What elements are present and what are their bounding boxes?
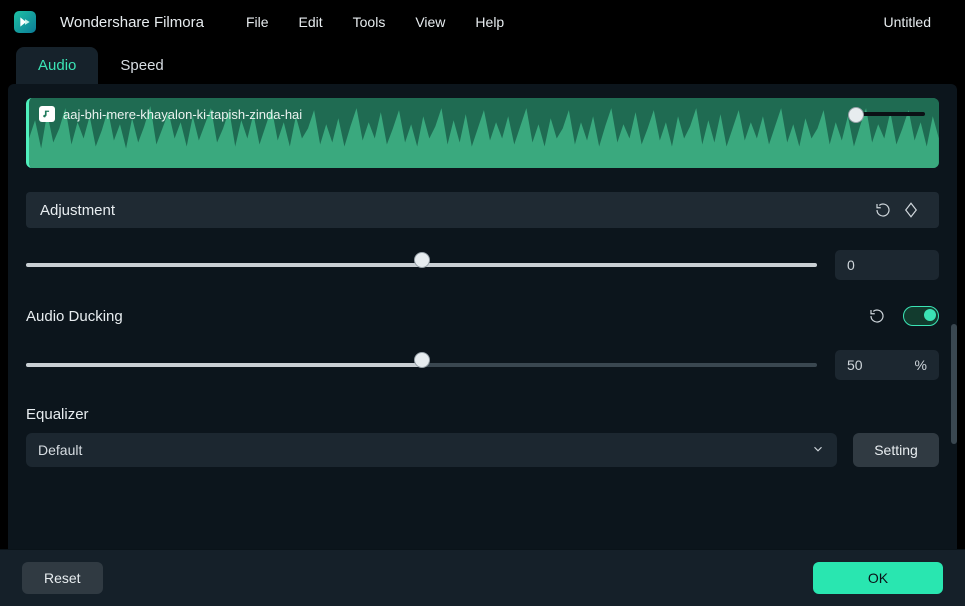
equalizer-selected-value: Default <box>38 442 82 458</box>
audio-ducking-reset-button[interactable] <box>863 302 891 330</box>
menubar: Wondershare Filmora File Edit Tools View… <box>0 0 965 44</box>
audio-ducking-toggle[interactable] <box>903 306 939 326</box>
reset-icon <box>868 307 886 325</box>
menu-view[interactable]: View <box>415 14 445 30</box>
equalizer-preset-select[interactable]: Default <box>26 433 837 467</box>
equalizer-section: Equalizer Default Setting <box>26 406 939 467</box>
tab-speed[interactable]: Speed <box>98 47 185 84</box>
menu-file[interactable]: File <box>246 14 269 30</box>
adjustment-value-field[interactable]: 0 <box>835 250 939 280</box>
filmora-logo-icon <box>18 15 32 29</box>
scrollbar-thumb[interactable] <box>951 324 957 444</box>
adjustment-slider-row: 0 <box>26 250 939 280</box>
toggle-dot <box>924 309 936 321</box>
menu-tools[interactable]: Tools <box>353 14 386 30</box>
audio-ducking-value-field[interactable]: 50 % <box>835 350 939 380</box>
reset-icon <box>874 201 892 219</box>
equalizer-setting-label: Setting <box>874 442 918 458</box>
audio-clip[interactable]: aaj-bhi-mere-khayalon-ki-tapish-zinda-ha… <box>26 98 939 168</box>
adjustment-keyframe-button[interactable] <box>897 196 925 224</box>
menu-help[interactable]: Help <box>475 14 504 30</box>
ok-button[interactable]: OK <box>813 562 943 594</box>
tab-bar: Audio Speed <box>0 44 965 84</box>
audio-ducking-label: Audio Ducking <box>26 308 123 325</box>
reset-button-label: Reset <box>44 570 81 586</box>
tab-audio[interactable]: Audio <box>16 47 98 84</box>
keyframe-icon <box>902 201 920 219</box>
equalizer-setting-button[interactable]: Setting <box>853 433 939 467</box>
chevron-down-icon <box>811 442 825 459</box>
document-title: Untitled <box>884 14 951 30</box>
audio-panel: aaj-bhi-mere-khayalon-ki-tapish-zinda-ha… <box>8 84 957 564</box>
audio-ducking-value: 50 <box>847 357 863 373</box>
clip-name: aaj-bhi-mere-khayalon-ki-tapish-zinda-ha… <box>63 107 302 122</box>
adjustment-section-header: Adjustment <box>26 192 939 228</box>
adjustment-slider[interactable] <box>26 257 817 273</box>
adjustment-label: Adjustment <box>40 202 115 219</box>
music-note-icon <box>39 106 55 122</box>
app-brand: Wondershare Filmora <box>60 14 204 31</box>
audio-ducking-slider-row: 50 % <box>26 350 939 380</box>
app-logo <box>14 11 36 33</box>
adjustment-value: 0 <box>847 257 855 273</box>
menu-items: File Edit Tools View Help <box>246 14 504 30</box>
footer-bar: Reset OK <box>0 549 965 606</box>
equalizer-label: Equalizer <box>26 406 939 423</box>
clip-volume-slider[interactable] <box>850 112 925 116</box>
audio-ducking-header: Audio Ducking <box>26 302 939 330</box>
audio-ducking-unit: % <box>915 357 927 373</box>
audio-ducking-slider[interactable] <box>26 357 817 373</box>
adjustment-reset-button[interactable] <box>869 196 897 224</box>
ok-button-label: OK <box>868 570 888 586</box>
menu-edit[interactable]: Edit <box>299 14 323 30</box>
reset-button[interactable]: Reset <box>22 562 103 594</box>
